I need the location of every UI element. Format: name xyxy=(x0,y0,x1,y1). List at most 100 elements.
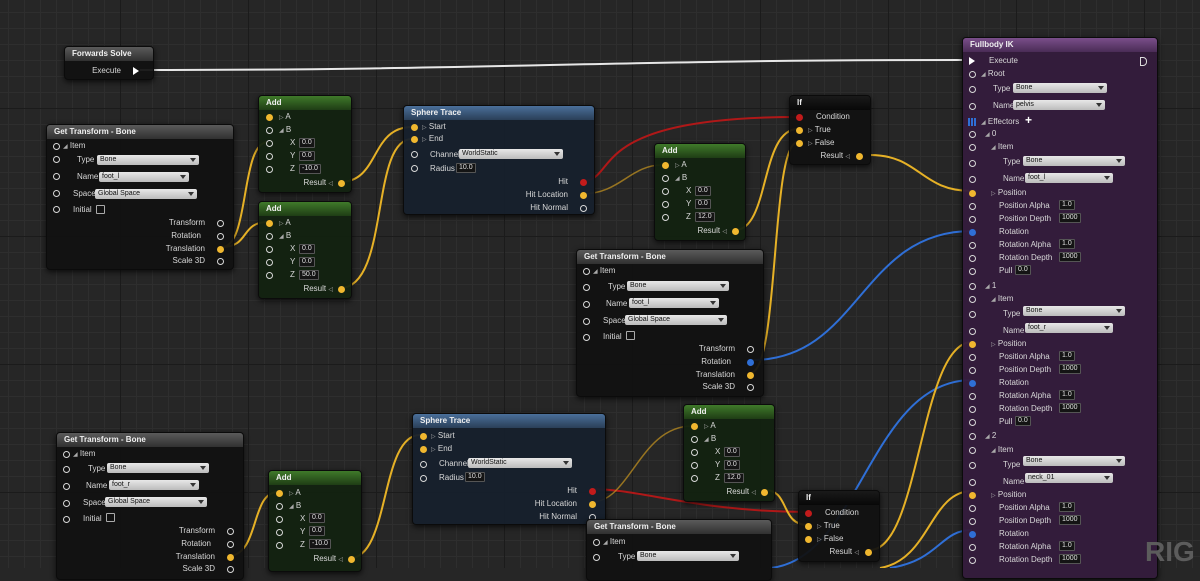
pull-input[interactable]: 0.0 xyxy=(1015,416,1031,426)
type-pin[interactable] xyxy=(969,462,976,469)
channel-pin[interactable] xyxy=(420,461,427,468)
scale-out-pin[interactable] xyxy=(747,384,754,391)
forwards-solve-node[interactable]: Forwards Solve Execute xyxy=(64,46,154,80)
type-dropdown[interactable]: Bone xyxy=(107,463,209,473)
scale-out-pin[interactable] xyxy=(217,258,224,265)
position-alpha-pin[interactable] xyxy=(969,203,976,210)
rotation-pin[interactable] xyxy=(969,380,976,387)
y-pin[interactable] xyxy=(662,201,669,208)
z-pin[interactable] xyxy=(266,272,273,279)
exec-in-pin[interactable] xyxy=(969,57,975,65)
a-pin[interactable] xyxy=(662,162,669,169)
item-pin[interactable] xyxy=(969,144,976,151)
rotation-depth-input[interactable]: 1000 xyxy=(1059,252,1081,262)
item-pin[interactable] xyxy=(53,143,60,150)
z-input[interactable]: -10.0 xyxy=(299,164,321,174)
space-dropdown[interactable]: Global Space xyxy=(625,315,727,325)
space-pin[interactable] xyxy=(53,190,60,197)
result-out-pin[interactable] xyxy=(338,180,345,187)
x-pin[interactable] xyxy=(276,516,283,523)
name-pin[interactable] xyxy=(583,301,590,308)
position-alpha-input[interactable]: 1.0 xyxy=(1059,200,1075,210)
z-input[interactable]: 12.0 xyxy=(695,212,715,222)
position-alpha-pin[interactable] xyxy=(969,505,976,512)
sphere-trace-node[interactable]: Sphere Trace ▷ Start ▷ End Channel World… xyxy=(403,105,595,215)
start-pin[interactable] xyxy=(420,433,427,440)
type-pin[interactable] xyxy=(53,156,60,163)
get-transform-bone-node[interactable]: Get Transform - Bone ◢ Item Type Bone xyxy=(586,519,772,581)
b-pin[interactable] xyxy=(662,175,669,182)
z-pin[interactable] xyxy=(662,214,669,221)
sphere-trace-node[interactable]: Sphere Trace ▷ Start ▷ End Channel World… xyxy=(412,413,606,525)
name-dropdown[interactable]: foot_l xyxy=(629,298,719,308)
transform-out-pin[interactable] xyxy=(217,220,224,227)
pull-pin[interactable] xyxy=(969,419,976,426)
name-pin[interactable] xyxy=(63,483,70,490)
initial-pin[interactable] xyxy=(53,206,60,213)
type-pin[interactable] xyxy=(63,466,70,473)
y-input[interactable]: 0.0 xyxy=(695,199,711,209)
name-dropdown[interactable]: foot_r xyxy=(1025,323,1113,333)
type-dropdown[interactable]: Bone xyxy=(1023,306,1125,316)
rotation-alpha-pin[interactable] xyxy=(969,393,976,400)
type-pin[interactable] xyxy=(969,311,976,318)
type-dropdown[interactable]: Bone xyxy=(637,551,739,561)
exec-out-pin[interactable] xyxy=(133,67,139,75)
channel-dropdown[interactable]: WorldStatic xyxy=(468,458,572,468)
true-pin[interactable] xyxy=(805,523,812,530)
x-input[interactable]: 0.0 xyxy=(309,513,325,523)
position-depth-input[interactable]: 1000 xyxy=(1059,364,1081,374)
y-input[interactable]: 0.0 xyxy=(299,151,315,161)
type-pin[interactable] xyxy=(593,554,600,561)
x-pin[interactable] xyxy=(691,449,698,456)
y-input[interactable]: 0.0 xyxy=(724,460,740,470)
rotation-depth-input[interactable]: 1000 xyxy=(1059,403,1081,413)
item-pin[interactable] xyxy=(593,539,600,546)
type-dropdown[interactable]: Bone xyxy=(97,155,199,165)
radius-input[interactable]: 10.0 xyxy=(465,472,485,482)
a-pin[interactable] xyxy=(691,423,698,430)
false-pin[interactable] xyxy=(796,140,803,147)
condition-pin[interactable] xyxy=(805,510,812,517)
effector-pin[interactable] xyxy=(969,433,976,440)
name-pin[interactable] xyxy=(53,173,60,180)
x-pin[interactable] xyxy=(266,140,273,147)
hit-location-out-pin[interactable] xyxy=(580,192,587,199)
add-effector-icon[interactable]: + xyxy=(1025,114,1032,126)
rotation-pin[interactable] xyxy=(969,531,976,538)
x-input[interactable]: 0.0 xyxy=(299,244,315,254)
y-pin[interactable] xyxy=(276,529,283,536)
result-out-pin[interactable] xyxy=(856,153,863,160)
root-name-pin[interactable] xyxy=(969,103,976,110)
space-pin[interactable] xyxy=(583,318,590,325)
array-pin-icon[interactable] xyxy=(968,118,976,126)
initial-checkbox[interactable] xyxy=(106,513,115,522)
name-dropdown[interactable]: foot_l xyxy=(99,172,189,182)
space-dropdown[interactable]: Global Space xyxy=(95,189,197,199)
position-depth-input[interactable]: 1000 xyxy=(1059,213,1081,223)
z-pin[interactable] xyxy=(276,542,283,549)
initial-checkbox[interactable] xyxy=(626,331,635,340)
effector-pin[interactable] xyxy=(969,131,976,138)
root-type-pin[interactable] xyxy=(969,86,976,93)
name-pin[interactable] xyxy=(969,479,976,486)
y-pin[interactable] xyxy=(266,153,273,160)
get-transform-bone-node[interactable]: Get Transform - Bone ◢ Item Type Bone Na… xyxy=(56,432,244,580)
translation-out-pin[interactable] xyxy=(227,554,234,561)
false-pin[interactable] xyxy=(805,536,812,543)
if-node[interactable]: If Condition ▷ True ▷ False Result ◁ xyxy=(789,95,871,165)
hit-out-pin[interactable] xyxy=(589,488,596,495)
result-out-pin[interactable] xyxy=(348,556,355,563)
name-dropdown[interactable]: neck_01 xyxy=(1025,473,1113,483)
translation-out-pin[interactable] xyxy=(217,246,224,253)
space-dropdown[interactable]: Global Space xyxy=(105,497,207,507)
rotation-depth-pin[interactable] xyxy=(969,406,976,413)
rotation-pin[interactable] xyxy=(969,229,976,236)
z-input[interactable]: 12.0 xyxy=(724,473,744,483)
rotation-alpha-pin[interactable] xyxy=(969,544,976,551)
position-pin[interactable] xyxy=(969,341,976,348)
b-pin[interactable] xyxy=(266,127,273,134)
result-out-pin[interactable] xyxy=(865,549,872,556)
get-transform-bone-node[interactable]: Get Transform - Bone ◢ Item Type Bone Na… xyxy=(46,124,234,270)
rotation-depth-pin[interactable] xyxy=(969,557,976,564)
